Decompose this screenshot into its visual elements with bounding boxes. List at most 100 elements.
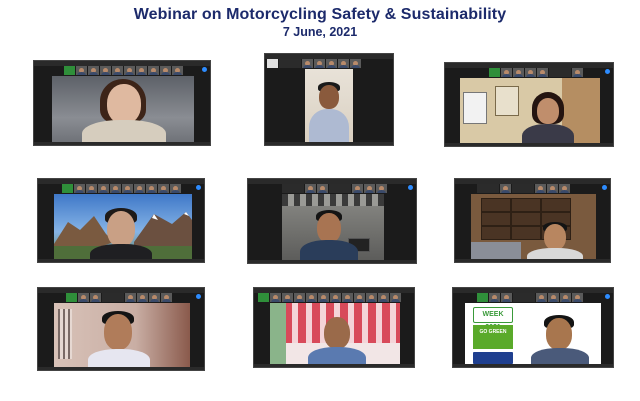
participant-thumbnail[interactable] xyxy=(86,184,97,193)
participant-thumbnail[interactable] xyxy=(376,184,387,193)
participant-thumbnail[interactable] xyxy=(364,184,375,193)
window-controls-bar[interactable] xyxy=(265,142,393,145)
participant-thumbnail[interactable] xyxy=(318,293,329,302)
participant-thumbnail[interactable] xyxy=(305,184,316,193)
participant-thumbnail[interactable] xyxy=(513,68,524,77)
participant-thumbnail[interactable] xyxy=(110,184,121,193)
participant-thumbnail[interactable] xyxy=(536,293,547,302)
participant-thumbnail[interactable] xyxy=(282,293,293,302)
participant-thumbnail[interactable] xyxy=(326,59,337,68)
participant-thumbnail[interactable] xyxy=(146,184,157,193)
participant-thumbnail[interactable] xyxy=(306,293,317,302)
participant-thumbnail[interactable] xyxy=(559,184,570,193)
participant-thumbnail[interactable] xyxy=(172,66,183,75)
zoom-icon[interactable] xyxy=(605,69,610,74)
participant-strip[interactable] xyxy=(267,59,361,68)
participant-thumbnail[interactable] xyxy=(500,184,511,193)
participant-thumbnail[interactable] xyxy=(535,184,546,193)
zoom-icon[interactable] xyxy=(602,185,607,190)
window-controls-bar[interactable] xyxy=(445,143,613,146)
zoom-icon[interactable] xyxy=(196,294,201,299)
participant-thumbnail[interactable] xyxy=(390,293,401,302)
participant-thumbnail[interactable] xyxy=(572,68,583,77)
participant-thumbnail[interactable] xyxy=(148,66,159,75)
participant-thumbnail[interactable] xyxy=(294,293,305,302)
participant-thumbnail[interactable] xyxy=(98,184,109,193)
participant-thumbnail[interactable] xyxy=(537,68,548,77)
participant-thumbnail[interactable] xyxy=(549,68,571,77)
participant-thumbnail[interactable] xyxy=(170,184,181,193)
participant-strip[interactable] xyxy=(489,68,583,77)
participant-thumbnail[interactable] xyxy=(160,66,171,75)
window-controls-bar[interactable] xyxy=(34,142,210,145)
participant-thumbnail[interactable] xyxy=(350,59,361,68)
zoom-icon[interactable] xyxy=(202,67,207,72)
participant-thumbnail[interactable] xyxy=(100,66,111,75)
window-controls-bar[interactable] xyxy=(38,367,204,370)
window-controls-bar[interactable] xyxy=(38,259,204,262)
participant-thumbnail[interactable] xyxy=(76,66,87,75)
participant-thumbnail[interactable] xyxy=(134,184,145,193)
participant-strip[interactable] xyxy=(477,293,583,302)
participant-thumbnail[interactable] xyxy=(136,66,147,75)
participant-strip[interactable] xyxy=(66,293,172,302)
participant-thumbnail[interactable] xyxy=(124,66,135,75)
participant-thumbnail[interactable] xyxy=(512,184,534,193)
participant-thumbnail[interactable] xyxy=(560,293,571,302)
participant-thumbnail[interactable] xyxy=(74,184,85,193)
participant-thumbnail[interactable] xyxy=(342,293,353,302)
window-controls-bar[interactable] xyxy=(254,364,414,367)
participant-thumbnail[interactable] xyxy=(501,293,512,302)
participant-thumbnail[interactable] xyxy=(330,293,341,302)
participant-thumbnail[interactable] xyxy=(66,293,77,302)
participant-thumbnail[interactable] xyxy=(282,184,304,193)
participant-thumbnail[interactable] xyxy=(572,293,583,302)
participant-thumbnail[interactable] xyxy=(338,59,349,68)
participant-thumbnail[interactable] xyxy=(302,59,313,68)
participant-thumbnail[interactable] xyxy=(64,66,75,75)
participant-thumbnail[interactable] xyxy=(158,184,169,193)
participant-thumbnail[interactable] xyxy=(88,66,99,75)
participant-strip[interactable] xyxy=(62,184,181,193)
participant-thumbnail[interactable] xyxy=(258,293,269,302)
participant-strip[interactable] xyxy=(282,184,387,193)
participant-thumbnail[interactable] xyxy=(314,59,325,68)
window-controls-bar[interactable] xyxy=(453,364,613,367)
participant-thumbnail[interactable] xyxy=(548,293,559,302)
participant-strip[interactable] xyxy=(64,66,183,75)
participant-thumbnail[interactable] xyxy=(489,293,500,302)
window-controls-bar[interactable] xyxy=(248,260,416,263)
participant-thumbnail[interactable] xyxy=(366,293,377,302)
participant-thumbnail[interactable] xyxy=(62,184,73,193)
participant-thumbnail[interactable] xyxy=(354,293,365,302)
participant-strip[interactable] xyxy=(258,293,401,302)
zoom-icon[interactable] xyxy=(605,294,610,299)
participant-thumbnail[interactable] xyxy=(125,293,136,302)
participant-thumbnail[interactable] xyxy=(477,293,488,302)
participant-thumbnail[interactable] xyxy=(137,293,148,302)
participant-strip[interactable] xyxy=(477,184,570,193)
participant-thumbnail[interactable] xyxy=(122,184,133,193)
zoom-icon[interactable] xyxy=(408,185,413,190)
participant-thumbnail[interactable] xyxy=(547,184,558,193)
participant-thumbnail[interactable] xyxy=(352,184,363,193)
participant-thumbnail[interactable] xyxy=(102,293,124,302)
participant-thumbnail[interactable] xyxy=(477,184,499,193)
participant-thumbnail[interactable] xyxy=(270,293,281,302)
participant-thumbnail[interactable] xyxy=(78,293,89,302)
participant-thumbnail[interactable] xyxy=(317,184,328,193)
participant-thumbnail[interactable] xyxy=(378,293,389,302)
participant-thumbnail[interactable] xyxy=(267,59,278,68)
participant-thumbnail[interactable] xyxy=(329,184,351,193)
participant-thumbnail[interactable] xyxy=(501,68,512,77)
participant-thumbnail[interactable] xyxy=(112,66,123,75)
window-controls-bar[interactable] xyxy=(455,259,610,262)
participant-thumbnail[interactable] xyxy=(90,293,101,302)
participant-thumbnail[interactable] xyxy=(161,293,172,302)
participant-thumbnail[interactable] xyxy=(513,293,535,302)
participant-thumbnail[interactable] xyxy=(149,293,160,302)
zoom-icon[interactable] xyxy=(196,185,201,190)
participant-thumbnail[interactable] xyxy=(279,59,301,68)
participant-thumbnail[interactable] xyxy=(525,68,536,77)
participant-thumbnail[interactable] xyxy=(489,68,500,77)
